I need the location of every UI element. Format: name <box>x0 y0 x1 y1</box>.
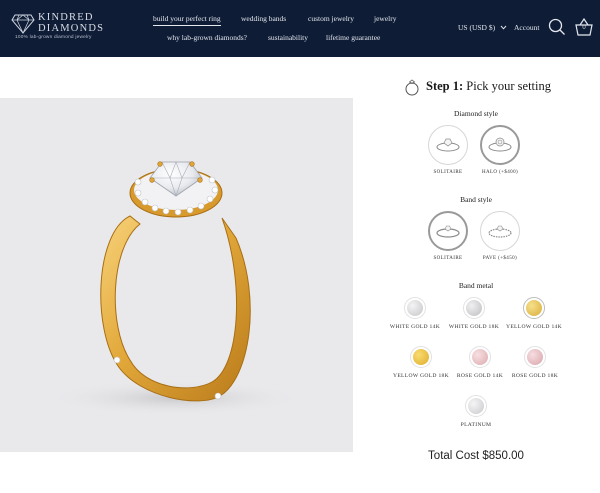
currency-label: US (USD $) <box>458 23 496 32</box>
option-label: SOLITAIRE <box>433 170 463 175</box>
swatch-ring <box>469 346 491 368</box>
nav-lifetime-guarantee[interactable]: lifetime guarantee <box>326 33 380 42</box>
band-metal-title: Band metal <box>458 281 494 290</box>
metal-swatch <box>527 349 543 365</box>
swatch-ring <box>465 395 487 417</box>
metal-swatch <box>472 349 488 365</box>
solitaire-ring-icon <box>436 138 460 152</box>
cart-button[interactable]: 0 <box>574 17 594 37</box>
option-circle-selected <box>480 125 520 165</box>
diamond-style-title: Diamond style <box>454 109 498 118</box>
band-style-title: Band style <box>460 195 492 204</box>
metal-yellow-gold-14k[interactable]: YELLOW GOLD 14K <box>499 297 569 330</box>
option-circle <box>480 211 520 251</box>
swatch-ring <box>463 297 485 319</box>
option-label: PAVE (+$450) <box>482 256 518 261</box>
chevron-down-icon <box>500 25 507 30</box>
nav-custom-jewelry[interactable]: custom jewelry <box>308 14 354 23</box>
metal-platinum[interactable]: PLATINUM <box>441 395 511 428</box>
nav-why-lab-grown[interactable]: why lab-grown diamonds? <box>167 33 247 42</box>
step-title: Pick your setting <box>466 79 551 93</box>
nav-build-your-perfect-ring[interactable]: build your perfect ring <box>153 14 221 26</box>
metal-swatch <box>468 398 484 414</box>
swatch-ring <box>410 346 432 368</box>
ring-configurator: Step 1: Pick your setting Diamond style … <box>372 57 600 493</box>
swatch-ring <box>523 297 545 319</box>
currency-selector[interactable]: US (USD $) <box>458 23 507 32</box>
product-image <box>0 98 353 452</box>
ring-icon <box>405 79 419 96</box>
option-label: HALO (+$400) <box>481 170 519 175</box>
step-number: Step 1: <box>426 79 464 93</box>
step-heading: Step 1: Pick your setting <box>426 79 551 94</box>
option-circle <box>428 125 468 165</box>
option-circle-selected <box>428 211 468 251</box>
band-style-pave[interactable]: PAVE (+$450) <box>476 211 524 261</box>
metal-label: YELLOW GOLD 14K <box>506 324 562 330</box>
diamond-style-halo[interactable]: HALO (+$400) <box>476 125 524 175</box>
ring-image <box>45 161 305 416</box>
metal-swatch <box>526 300 542 316</box>
plain-band-icon <box>436 225 460 238</box>
nav-jewelry[interactable]: jewelry <box>374 14 397 23</box>
option-label: SOLITAIRE <box>433 256 463 261</box>
total-cost: Total Cost $850.00 <box>428 450 524 462</box>
diamond-logo-icon <box>11 14 35 34</box>
metal-swatch <box>413 349 429 365</box>
brand-tagline: 100% lab-grown diamond jewelry <box>15 35 92 40</box>
brand-name-line2: DIAMONDS <box>38 23 105 34</box>
nav-sustainability[interactable]: sustainability <box>268 33 308 42</box>
metal-rose-gold-18k[interactable]: ROSE GOLD 18K <box>500 346 570 379</box>
brand-logo[interactable]: KINDRED DIAMONDS 100% lab-grown diamond … <box>11 12 105 44</box>
metal-label: PLATINUM <box>460 422 492 428</box>
diamond-style-solitaire[interactable]: SOLITAIRE <box>424 125 472 175</box>
search-icon[interactable] <box>548 18 566 36</box>
account-link[interactable]: Account <box>514 23 539 32</box>
metal-swatch <box>407 300 423 316</box>
metal-label: ROSE GOLD 18K <box>511 373 559 379</box>
swatch-ring <box>524 346 546 368</box>
metal-swatch <box>466 300 482 316</box>
brand-name-line1: KINDRED <box>38 12 94 23</box>
halo-ring-icon <box>488 137 512 152</box>
band-style-solitaire[interactable]: SOLITAIRE <box>424 211 472 261</box>
swatch-ring <box>404 297 426 319</box>
site-header: KINDRED DIAMONDS 100% lab-grown diamond … <box>0 0 600 57</box>
cart-count: 0 <box>582 25 586 31</box>
nav-wedding-bands[interactable]: wedding bands <box>241 14 286 23</box>
pave-band-icon <box>488 225 512 238</box>
